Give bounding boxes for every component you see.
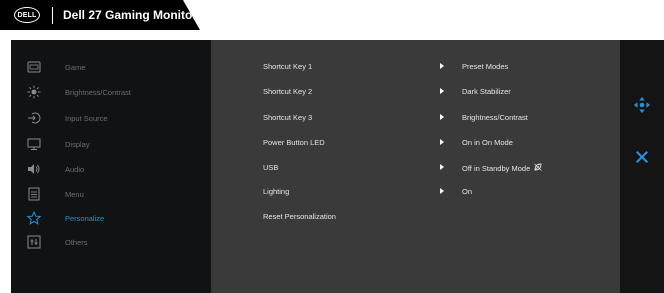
energy-impact-icon xyxy=(534,163,542,173)
setting-label: Shortcut Key 2 xyxy=(263,87,313,96)
osd-menu: Game Brightness/Contrast Input Source Di… xyxy=(0,40,664,293)
setting-label: Lighting xyxy=(263,187,290,196)
setting-label: Shortcut Key 1 xyxy=(263,62,313,71)
arrow-right-icon xyxy=(440,114,444,120)
setting-label: Power Button LED xyxy=(263,138,325,147)
setting-row-usb[interactable]: USB Off in Standby Mode xyxy=(211,157,620,179)
setting-label: USB xyxy=(263,163,279,172)
star-icon xyxy=(27,211,41,225)
input-source-icon xyxy=(27,111,41,125)
monitor-header: DELL Dell 27 Gaming Monitor xyxy=(0,0,200,30)
joystick-nav-panel xyxy=(620,40,664,293)
arrow-right-icon xyxy=(440,63,444,69)
close-icon[interactable] xyxy=(632,147,652,167)
audio-icon xyxy=(27,162,41,176)
setting-label: Shortcut Key 3 xyxy=(263,113,313,122)
others-icon xyxy=(27,235,41,249)
arrow-right-icon xyxy=(440,139,444,145)
menu-label: Audio xyxy=(65,164,85,174)
setting-value: Preset Modes xyxy=(462,62,509,71)
menu-label: Display xyxy=(65,139,90,149)
header-divider xyxy=(52,7,53,24)
setting-value: On xyxy=(462,187,473,196)
setting-value: On in On Mode xyxy=(462,138,513,147)
menu-item-game[interactable]: Game xyxy=(11,56,211,78)
display-icon xyxy=(27,137,41,151)
menu-label: Game xyxy=(65,62,86,72)
arrow-right-icon xyxy=(440,88,444,94)
setting-row-shortcut-key-1[interactable]: Shortcut Key 1 Preset Modes xyxy=(211,56,620,78)
monitor-title: Dell 27 Gaming Monitor xyxy=(63,8,198,22)
setting-value: Brightness/Contrast xyxy=(462,113,528,122)
setting-row-shortcut-key-2[interactable]: Shortcut Key 2 Dark Stabilizer xyxy=(211,81,620,103)
menu-label: Others xyxy=(65,237,88,247)
game-icon xyxy=(27,60,41,74)
menu-item-audio[interactable]: Audio xyxy=(11,158,211,180)
menu-item-menu[interactable]: Menu xyxy=(11,183,211,205)
setting-value: Dark Stabilizer xyxy=(462,87,511,96)
menu-label: Input Source xyxy=(65,113,108,123)
menu-item-display[interactable]: Display xyxy=(11,133,211,155)
menu-item-others[interactable]: Others xyxy=(11,231,211,253)
menu-label: Menu xyxy=(65,189,84,199)
setting-row-shortcut-key-3[interactable]: Shortcut Key 3 Brightness/Contrast xyxy=(211,107,620,129)
menu-item-input-source[interactable]: Input Source xyxy=(11,107,211,129)
menu-label: Brightness/Contrast xyxy=(65,87,131,97)
setting-row-lighting[interactable]: Lighting On xyxy=(211,181,620,203)
move-arrows-icon[interactable] xyxy=(632,95,652,115)
personalize-settings-panel: Shortcut Key 1 Preset Modes Shortcut Key… xyxy=(211,40,620,293)
menu-label: Personalize xyxy=(65,213,105,223)
menu-icon xyxy=(27,187,41,201)
menu-item-brightness-contrast[interactable]: Brightness/Contrast xyxy=(11,81,211,103)
brightness-icon xyxy=(27,85,41,99)
setting-label: Reset Personalization xyxy=(263,212,336,221)
arrow-right-icon xyxy=(440,188,444,194)
menu-item-personalize[interactable]: Personalize xyxy=(11,207,211,229)
arrow-right-icon xyxy=(440,164,444,170)
dell-logo: DELL xyxy=(14,7,40,23)
main-menu-sidebar: Game Brightness/Contrast Input Source Di… xyxy=(11,40,211,293)
setting-row-reset-personalization[interactable]: Reset Personalization xyxy=(211,206,620,228)
setting-value: Off in Standby Mode xyxy=(462,163,542,173)
setting-row-power-button-led[interactable]: Power Button LED On in On Mode xyxy=(211,132,620,154)
